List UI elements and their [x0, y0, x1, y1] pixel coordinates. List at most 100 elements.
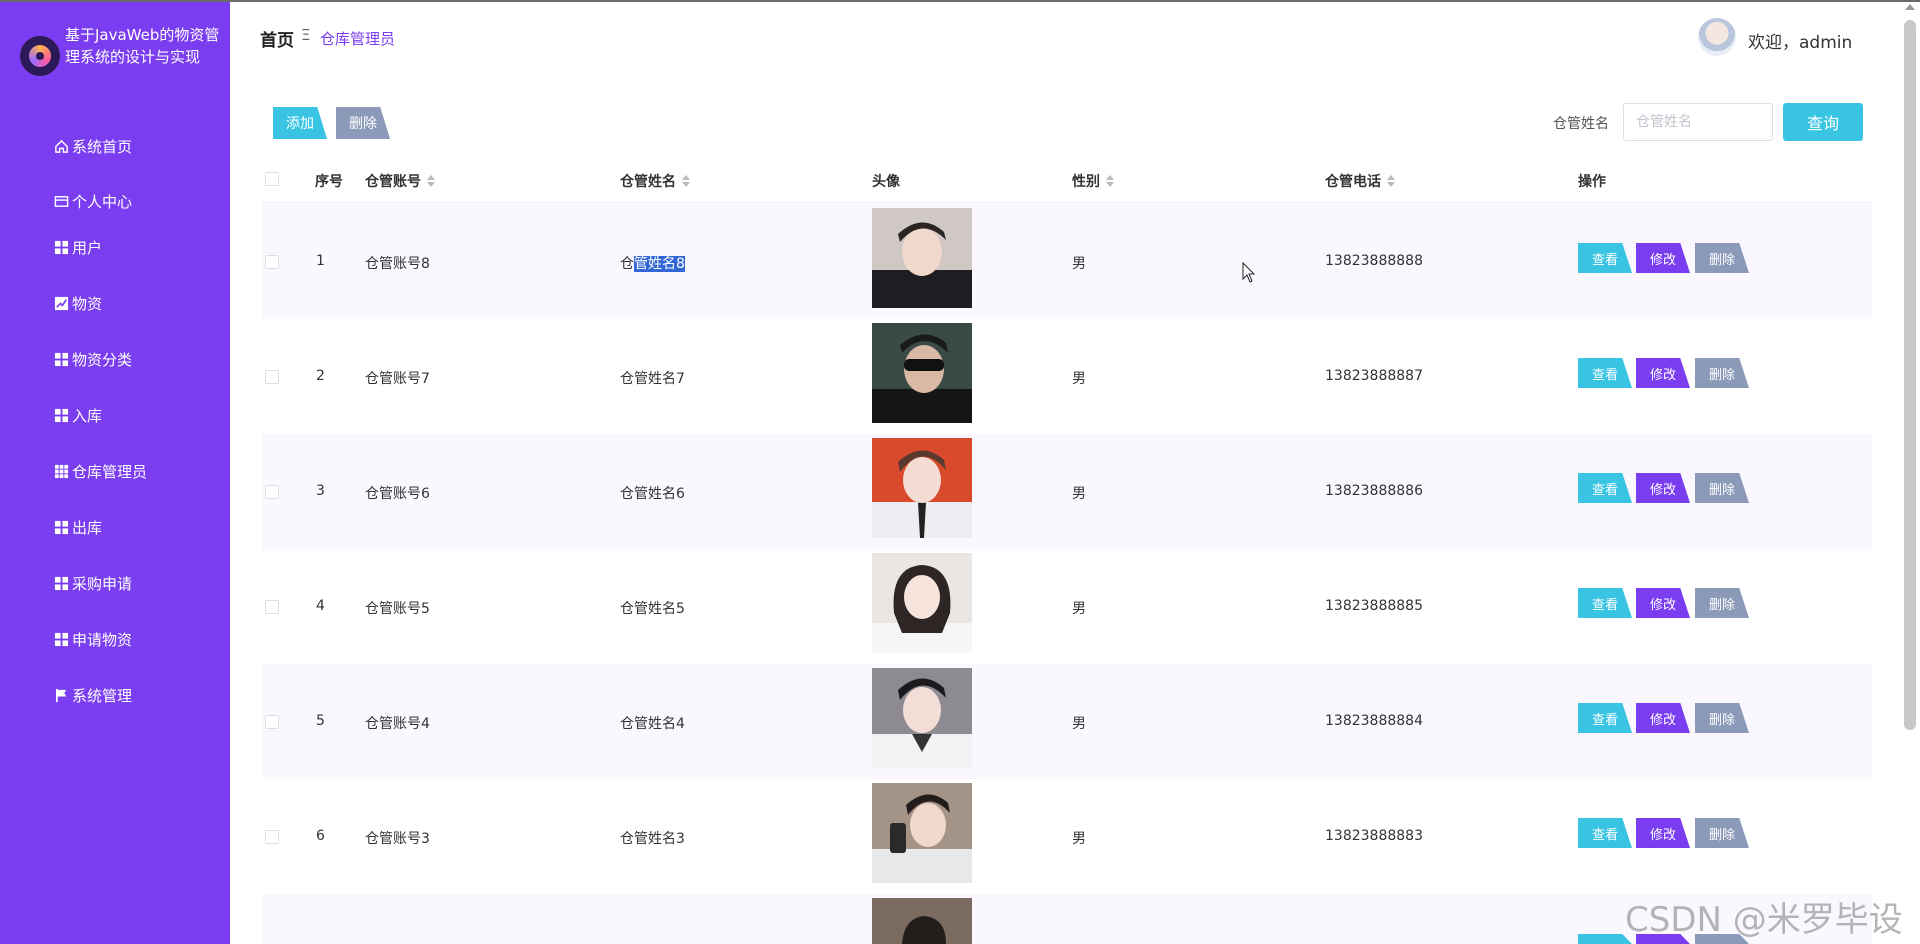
row-checkbox[interactable]: [265, 370, 279, 384]
scroll-up-arrow-icon[interactable]: [1905, 4, 1915, 10]
row-phone: 13823888883: [1325, 828, 1423, 844]
grid-icon: [52, 238, 70, 256]
col-account[interactable]: 仓管账号: [365, 171, 435, 191]
sidebar-item-outbound[interactable]: 出库: [52, 513, 102, 541]
row-name: 仓管姓名6: [620, 486, 685, 502]
sidebar-item-request[interactable]: 申请物资: [52, 625, 132, 653]
edit-button[interactable]: 修改: [1636, 818, 1690, 848]
avatar-photo[interactable]: [872, 783, 972, 883]
sidebar-item-profile[interactable]: 个人中心: [52, 187, 132, 215]
avatar-photo[interactable]: [872, 553, 972, 653]
batch-delete-button[interactable]: 删除: [336, 107, 390, 139]
row-index: 6: [316, 828, 325, 844]
view-button[interactable]: 查看: [1578, 703, 1632, 733]
view-button[interactable]: 查看: [1578, 358, 1632, 388]
welcome-text[interactable]: 欢迎，admin: [1748, 28, 1852, 53]
avatar-photo[interactable]: [872, 208, 972, 308]
row-account: 仓管账号3: [365, 831, 430, 847]
sidebar-item-label: 仓库管理员: [72, 462, 148, 481]
row-name: 仓管姓名7: [620, 371, 685, 387]
grid-icon: [52, 350, 70, 368]
watermark: CSDN @米罗毕设: [1625, 900, 1903, 940]
query-button[interactable]: 查询: [1783, 103, 1863, 141]
table-row: 4 仓管账号5 仓管姓名5 男 13823888885 查看 修改 删除: [262, 549, 1872, 664]
row-index: 1: [316, 253, 325, 269]
edit-button[interactable]: 修改: [1636, 588, 1690, 618]
avatar-photo[interactable]: [872, 323, 972, 423]
header: 首页 Ξ 仓库管理员 欢迎，admin: [230, 2, 1920, 72]
grid-icon: [52, 574, 70, 592]
sidebar-item-inbound[interactable]: 入库: [52, 401, 102, 429]
delete-button[interactable]: 删除: [1695, 473, 1749, 503]
row-name: 仓管姓名4: [620, 716, 685, 732]
col-name[interactable]: 仓管姓名: [620, 171, 690, 191]
avatar-photo[interactable]: [872, 668, 972, 768]
delete-button[interactable]: 删除: [1695, 243, 1749, 273]
row-index: 3: [316, 483, 325, 499]
add-button[interactable]: 添加: [273, 107, 327, 139]
row-checkbox[interactable]: [265, 600, 279, 614]
row-checkbox[interactable]: [265, 255, 279, 269]
sidebar-item-system[interactable]: 系统管理: [52, 681, 132, 709]
sidebar-item-users[interactable]: 用户: [52, 233, 102, 261]
row-gender: 男: [1072, 601, 1086, 617]
view-button[interactable]: 查看: [1578, 243, 1632, 273]
sidebar-item-label: 物资分类: [72, 350, 133, 369]
row-phone: 13823888884: [1325, 713, 1423, 729]
row-index: 5: [316, 713, 325, 729]
view-button[interactable]: [1578, 934, 1632, 944]
sort-icon[interactable]: [1106, 175, 1114, 187]
sidebar-item-label: 采购申请: [72, 574, 133, 593]
sidebar-item-label: 系统首页: [72, 137, 133, 156]
row-checkbox[interactable]: [265, 830, 279, 844]
view-button[interactable]: 查看: [1578, 473, 1632, 503]
edit-button[interactable]: 修改: [1636, 703, 1690, 733]
card-icon: [52, 192, 70, 210]
sort-icon[interactable]: [427, 175, 435, 187]
breadcrumb-home[interactable]: 首页: [260, 26, 294, 51]
sidebar-item-label: 个人中心: [72, 192, 133, 211]
user-avatar[interactable]: [1698, 18, 1736, 56]
row-checkbox[interactable]: [265, 485, 279, 499]
col-avatar: 头像: [872, 174, 900, 190]
col-phone[interactable]: 仓管电话: [1325, 171, 1395, 191]
row-account: 仓管账号4: [365, 716, 430, 732]
table-icon: [52, 462, 70, 480]
table-row: 5 仓管账号4 仓管姓名4 男 13823888884 查看 修改 删除: [262, 664, 1872, 779]
col-index: 序号: [315, 174, 343, 190]
table-row: 3 仓管账号6 仓管姓名6 男 13823888886 查看 修改 删除: [262, 434, 1872, 549]
sidebar-item-categories[interactable]: 物资分类: [52, 345, 132, 373]
view-button[interactable]: 查看: [1578, 818, 1632, 848]
delete-button[interactable]: 删除: [1695, 358, 1749, 388]
view-button[interactable]: 查看: [1578, 588, 1632, 618]
sort-icon[interactable]: [682, 175, 690, 187]
edit-button[interactable]: 修改: [1636, 243, 1690, 273]
sidebar-item-purchase[interactable]: 采购申请: [52, 569, 132, 597]
avatar-photo[interactable]: [872, 898, 972, 944]
col-actions: 操作: [1578, 174, 1606, 190]
vertical-scrollbar[interactable]: [1904, 20, 1916, 730]
sidebar-item-home[interactable]: 系统首页: [52, 132, 132, 160]
breadcrumb-separator: Ξ: [301, 26, 311, 44]
sidebar-item-label: 入库: [72, 406, 103, 425]
grid-icon: [52, 518, 70, 536]
flag-icon: [52, 686, 70, 704]
table-row: 6 仓管账号3 仓管姓名3 男 13823888883 查看 修改 删除: [262, 779, 1872, 894]
row-phone: 13823888885: [1325, 598, 1423, 614]
sidebar-item-label: 申请物资: [72, 630, 133, 649]
search-input[interactable]: [1623, 103, 1773, 141]
row-checkbox[interactable]: [265, 715, 279, 729]
delete-button[interactable]: 删除: [1695, 703, 1749, 733]
row-name: 仓管姓名8: [620, 253, 685, 273]
sidebar-item-materials[interactable]: 物资: [52, 289, 102, 317]
avatar-photo[interactable]: [872, 438, 972, 538]
edit-button[interactable]: 修改: [1636, 358, 1690, 388]
delete-button[interactable]: 删除: [1695, 818, 1749, 848]
sidebar-item-warehouse-admin[interactable]: 仓库管理员: [52, 457, 147, 485]
col-gender[interactable]: 性别: [1072, 171, 1114, 191]
edit-button[interactable]: 修改: [1636, 473, 1690, 503]
delete-button[interactable]: 删除: [1695, 588, 1749, 618]
sort-icon[interactable]: [1387, 175, 1395, 187]
sidebar: 基于JavaWeb的物资管理系统的设计与实现 系统首页 个人中心 用户 物资 物…: [0, 2, 230, 944]
select-all-checkbox[interactable]: [265, 172, 279, 186]
